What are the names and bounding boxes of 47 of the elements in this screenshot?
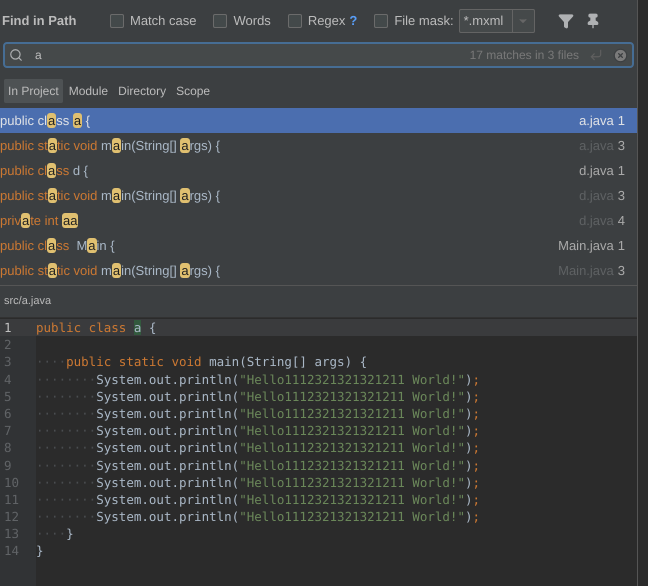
checkbox[interactable] [374, 14, 388, 28]
result-row[interactable]: public class a { a.java 1 [0, 108, 637, 133]
dialog-title: Find in Path [2, 12, 78, 30]
code-line: ····public static void main(String[] args) { [36, 353, 368, 371]
result-line-number: 1 [618, 236, 625, 255]
scope-tab[interactable]: In Project [4, 79, 63, 103]
result-line-number: 4 [618, 212, 625, 230]
checkbox[interactable] [110, 14, 124, 28]
result-file: Main.java [558, 236, 614, 255]
result-line-number: 1 [618, 112, 625, 130]
code-line: ········System.out.println("Hello1112321321321211 World!"); [36, 422, 480, 440]
result-line-number: 1 [618, 162, 625, 180]
checkbox[interactable] [288, 14, 302, 28]
code-line: ····} [36, 525, 74, 542]
line-number: 1 [3, 319, 13, 336]
result-line-number: 3 [618, 262, 625, 280]
code-line: ········System.out.println("Hello1112321321321211 World!"); [36, 370, 480, 388]
code-line: } [36, 542, 44, 560]
option-label[interactable]: Regex [308, 11, 346, 31]
option-label[interactable]: Words [233, 11, 271, 31]
search-icon [9, 48, 23, 62]
code-line: ········System.out.println("Hello1112321321321211 World!"); [36, 508, 480, 526]
help-link[interactable]: ? [349, 11, 358, 31]
result-line-number: 3 [618, 186, 625, 205]
code-line: ········System.out.println("Hello1112321321321211 World!"); [36, 456, 480, 474]
code-line: ········System.out.println("Hello1112321321321211 World!"); [36, 388, 480, 405]
scope-tab[interactable]: Directory [114, 79, 170, 103]
result-file: d.java [579, 162, 614, 180]
result-line-number: 3 [618, 136, 625, 155]
option-label[interactable]: Match case [130, 11, 196, 31]
pin-icon[interactable] [584, 13, 601, 29]
clear-icon[interactable] [613, 48, 628, 62]
code-line: ········System.out.println("Hello1112321321321211 World!"); [36, 474, 480, 491]
code-line: ········System.out.println("Hello1112321321321211 World!"); [36, 439, 480, 456]
scope-tab[interactable]: Module [64, 79, 112, 103]
filter-icon[interactable] [558, 13, 574, 29]
scope-tab[interactable]: Scope [172, 79, 214, 103]
enter-icon [589, 48, 603, 62]
code-line: public class a { [36, 319, 156, 336]
option-label[interactable]: File mask: [394, 11, 454, 31]
result-row[interactable]: public class d { d.java 1 [0, 158, 637, 183]
code-line: ········System.out.println("Hello1112321321321211 World!"); [36, 490, 480, 508]
result-row[interactable]: public class Main { Main.java 1 [0, 233, 637, 258]
checkbox[interactable] [213, 14, 228, 28]
result-file: a.java [579, 112, 614, 130]
file-mask-field[interactable]: *.mxml [458, 9, 535, 33]
code-line: ········System.out.println("Hello1112321321321211 World!"); [36, 404, 480, 422]
